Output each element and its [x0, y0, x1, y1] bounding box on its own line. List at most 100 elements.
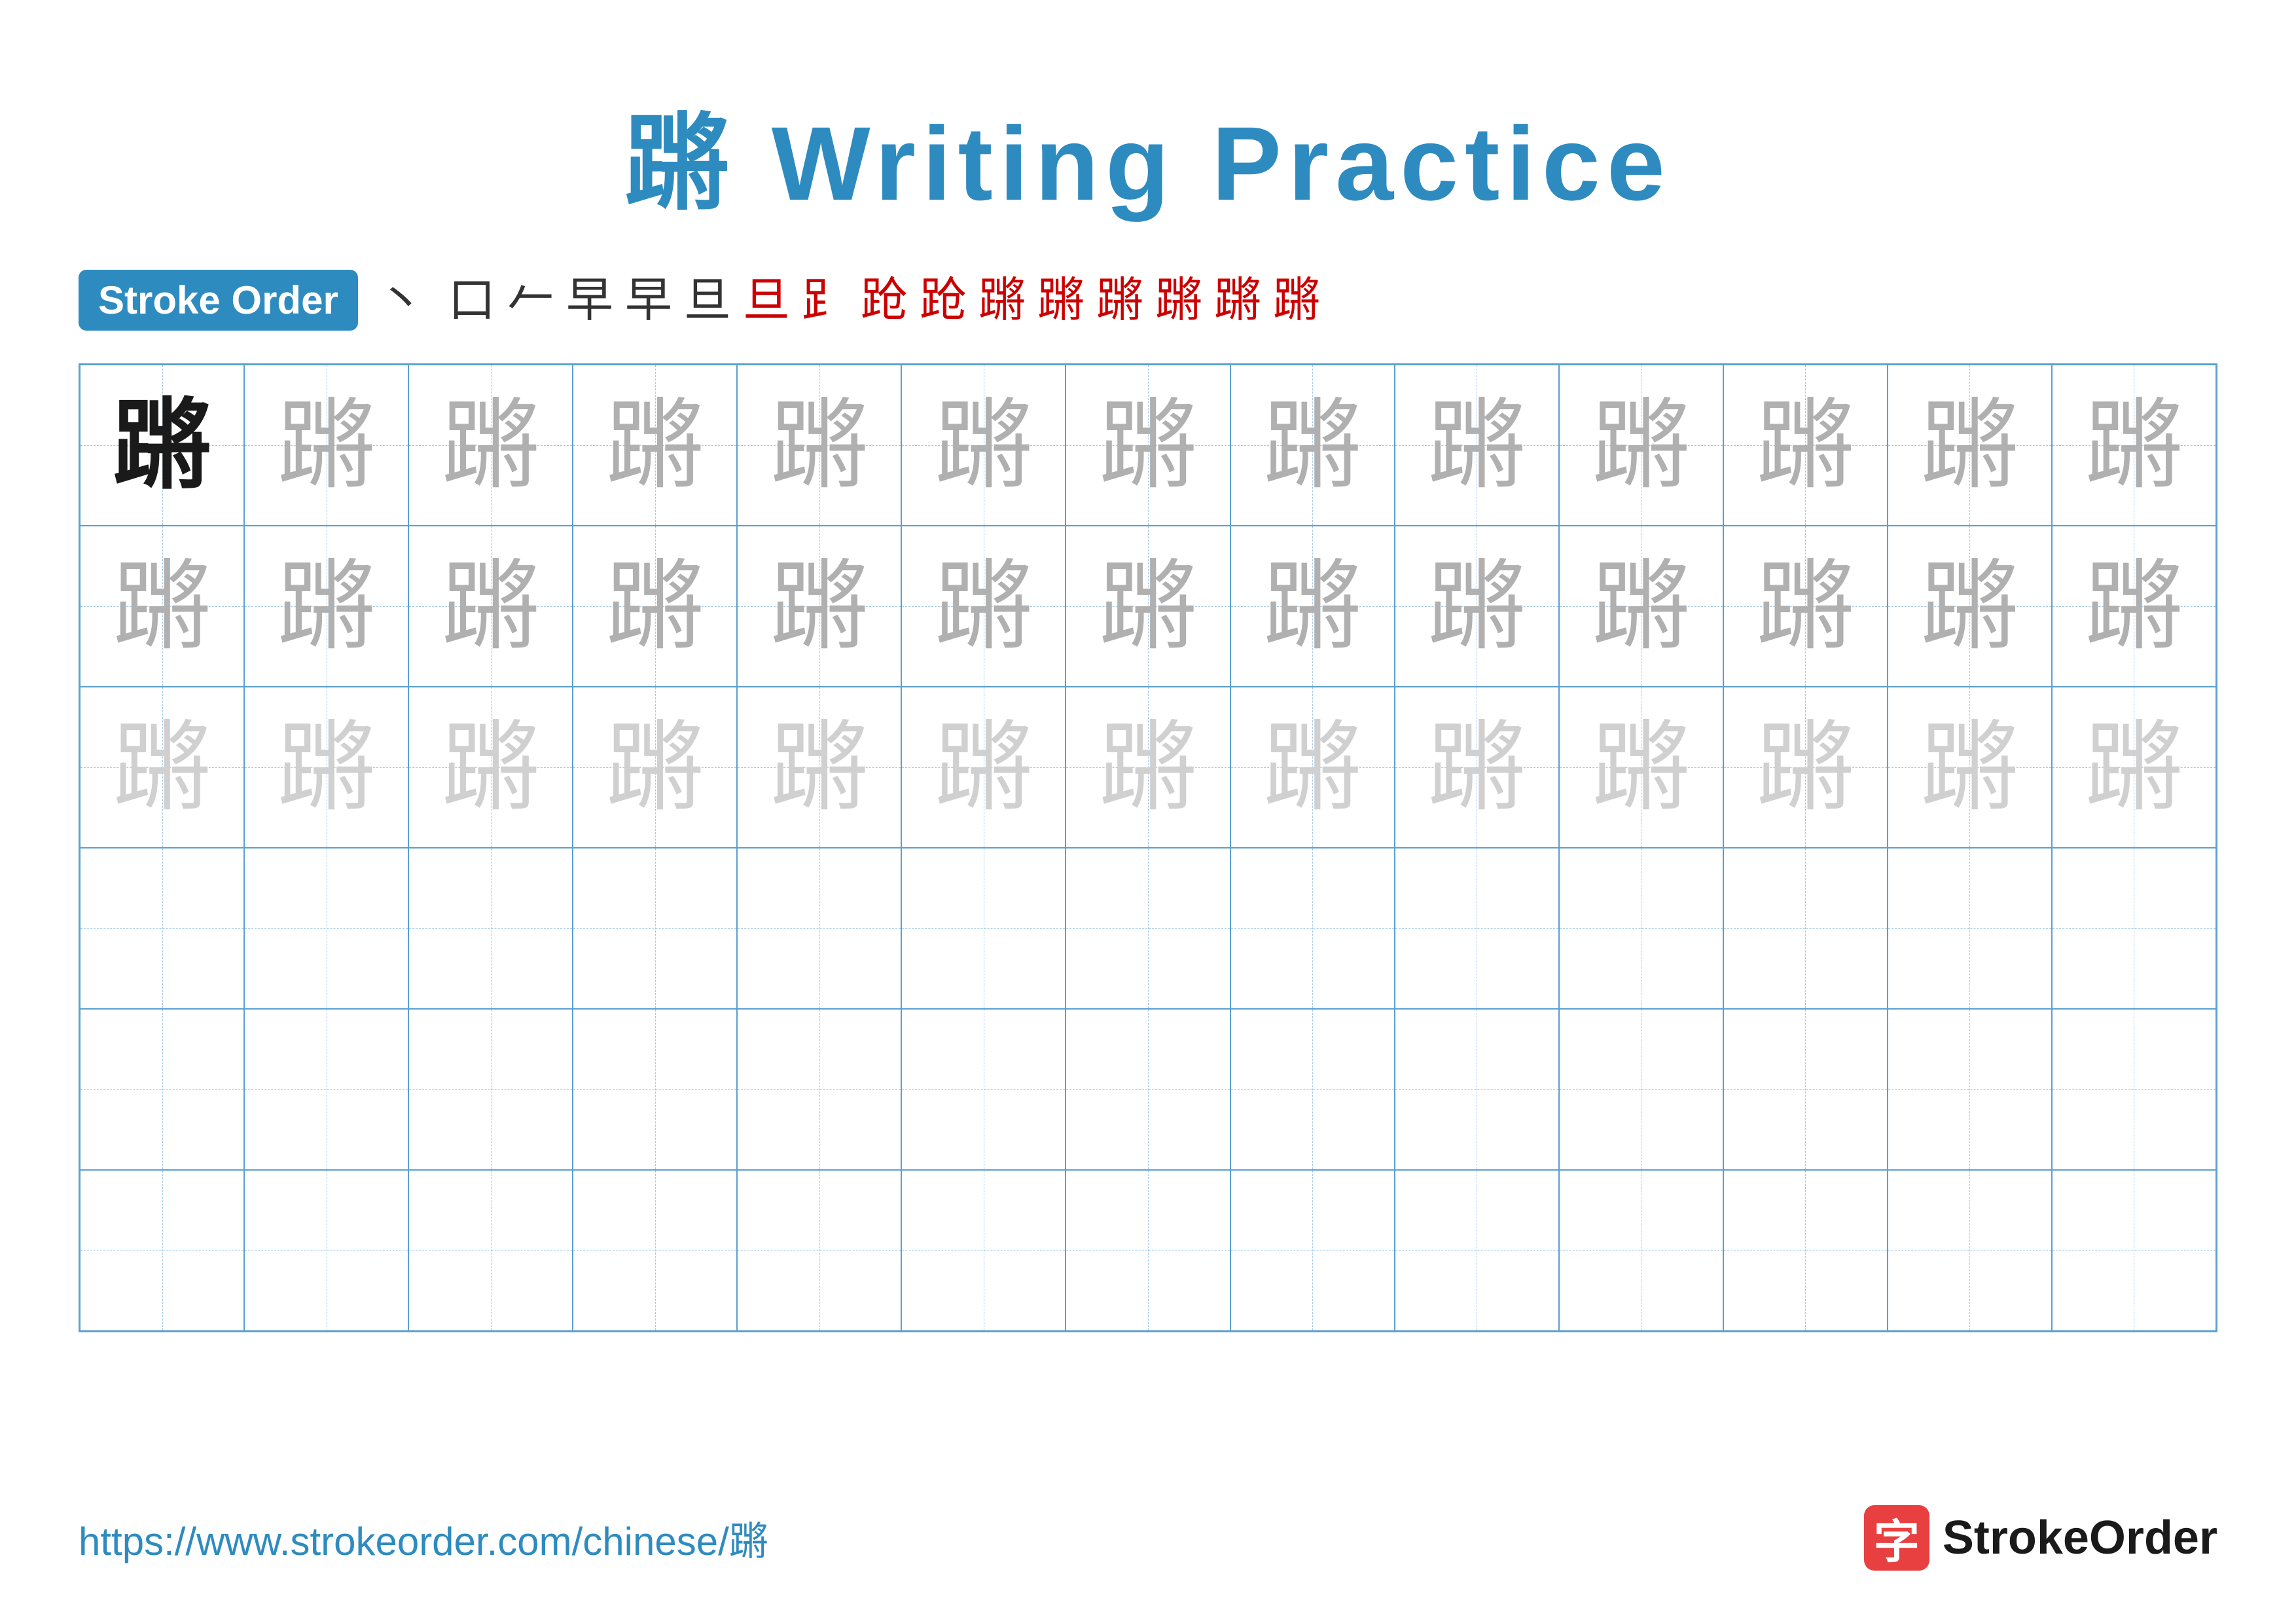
grid-cell-r3c1[interactable]: 蹡: [80, 687, 244, 848]
grid-cell-r2c10[interactable]: 蹡: [1559, 526, 1723, 687]
grid-cell-r4c10[interactable]: [1559, 848, 1723, 1009]
grid-cell-r5c9[interactable]: [1395, 1009, 1559, 1170]
char-display: 蹡: [935, 557, 1033, 655]
grid-cell-r3c12[interactable]: 蹡: [1888, 687, 2052, 848]
grid-cell-r4c9[interactable]: [1395, 848, 1559, 1009]
grid-cell-r5c7[interactable]: [1066, 1009, 1230, 1170]
grid-cell-r2c7[interactable]: 蹡: [1066, 526, 1230, 687]
grid-cell-r1c11[interactable]: 蹡: [1723, 365, 1888, 526]
grid-cell-r1c12[interactable]: 蹡: [1888, 365, 2052, 526]
grid-cell-r2c9[interactable]: 蹡: [1395, 526, 1559, 687]
grid-cell-r3c4[interactable]: 蹡: [573, 687, 737, 848]
grid-cell-r6c13[interactable]: [2052, 1170, 2216, 1331]
grid-cell-r5c10[interactable]: [1559, 1009, 1723, 1170]
grid-cell-r3c6[interactable]: 蹡: [901, 687, 1066, 848]
grid-cell-r6c7[interactable]: [1066, 1170, 1230, 1331]
grid-cell-r3c5[interactable]: 蹡: [737, 687, 901, 848]
grid-cell-r3c13[interactable]: 蹡: [2052, 687, 2216, 848]
grid-cell-r1c8[interactable]: 蹡: [1230, 365, 1395, 526]
char-display: 蹡: [770, 718, 869, 816]
char-display: 蹡: [1263, 396, 1361, 494]
stroke-order-badge: Stroke Order: [79, 270, 358, 331]
grid-cell-r1c2[interactable]: 蹡: [244, 365, 408, 526]
char-display: 蹡: [1263, 718, 1361, 816]
page-title: 蹡 Writing Practice: [79, 79, 2217, 230]
grid-cell-r3c8[interactable]: 蹡: [1230, 687, 1395, 848]
grid-cell-r5c12[interactable]: [1888, 1009, 2052, 1170]
grid-cell-r2c13[interactable]: 蹡: [2052, 526, 2216, 687]
grid-cell-r6c1[interactable]: [80, 1170, 244, 1331]
char-display: 蹡: [935, 718, 1033, 816]
grid-cell-r6c4[interactable]: [573, 1170, 737, 1331]
grid-cell-r5c5[interactable]: [737, 1009, 901, 1170]
grid-cell-r4c8[interactable]: [1230, 848, 1395, 1009]
grid-cell-r1c9[interactable]: 蹡: [1395, 365, 1559, 526]
grid-cell-r3c7[interactable]: 蹡: [1066, 687, 1230, 848]
grid-cell-r2c4[interactable]: 蹡: [573, 526, 737, 687]
grid-cell-r3c2[interactable]: 蹡: [244, 687, 408, 848]
grid-cell-r4c2[interactable]: [244, 848, 408, 1009]
grid-cell-r5c2[interactable]: [244, 1009, 408, 1170]
char-display: 蹡: [1756, 557, 1854, 655]
grid-cell-r1c7[interactable]: 蹡: [1066, 365, 1230, 526]
grid-cell-r4c4[interactable]: [573, 848, 737, 1009]
grid-cell-r4c7[interactable]: [1066, 848, 1230, 1009]
grid-cell-r1c10[interactable]: 蹡: [1559, 365, 1723, 526]
grid-cell-r4c5[interactable]: [737, 848, 901, 1009]
grid-cell-r4c3[interactable]: [408, 848, 573, 1009]
logo-icon: 字: [1864, 1505, 1929, 1571]
grid-cell-r6c12[interactable]: [1888, 1170, 2052, 1331]
grid-cell-r4c12[interactable]: [1888, 848, 2052, 1009]
grid-cell-r3c9[interactable]: 蹡: [1395, 687, 1559, 848]
logo-char: 字: [1874, 1505, 1920, 1571]
char-display: 蹡: [1427, 396, 1526, 494]
grid-cell-r6c8[interactable]: [1230, 1170, 1395, 1331]
grid-cell-r2c11[interactable]: 蹡: [1723, 526, 1888, 687]
grid-cell-r2c1[interactable]: 蹡: [80, 526, 244, 687]
grid-cell-r1c13[interactable]: 蹡: [2052, 365, 2216, 526]
grid-cell-r3c3[interactable]: 蹡: [408, 687, 573, 848]
char-display: 蹡: [770, 557, 869, 655]
grid-cell-r6c9[interactable]: [1395, 1170, 1559, 1331]
grid-cell-r2c3[interactable]: 蹡: [408, 526, 573, 687]
grid-cell-r1c6[interactable]: 蹡: [901, 365, 1066, 526]
grid-cell-r6c5[interactable]: [737, 1170, 901, 1331]
grid-cell-r6c3[interactable]: [408, 1170, 573, 1331]
grid-cell-r2c8[interactable]: 蹡: [1230, 526, 1395, 687]
stroke-7: 旦: [684, 277, 731, 324]
stroke-13: 蹡: [1037, 277, 1085, 324]
grid-cell-r3c11[interactable]: 蹡: [1723, 687, 1888, 848]
grid-cell-r2c5[interactable]: 蹡: [737, 526, 901, 687]
grid-cell-r5c3[interactable]: [408, 1009, 573, 1170]
grid-cell-r1c1[interactable]: 蹡: [80, 365, 244, 526]
grid-cell-r6c2[interactable]: [244, 1170, 408, 1331]
char-display: 蹡: [1427, 718, 1526, 816]
footer-url[interactable]: https://www.strokeorder.com/chinese/蹡: [79, 1510, 768, 1567]
grid-cell-r5c11[interactable]: [1723, 1009, 1888, 1170]
grid-cell-r4c6[interactable]: [901, 848, 1066, 1009]
grid-cell-r5c6[interactable]: [901, 1009, 1066, 1170]
grid-cell-r2c12[interactable]: 蹡: [1888, 526, 2052, 687]
grid-cell-r5c4[interactable]: [573, 1009, 737, 1170]
grid-cell-r5c8[interactable]: [1230, 1009, 1395, 1170]
grid-cell-r1c4[interactable]: 蹡: [573, 365, 737, 526]
grid-cell-r4c13[interactable]: [2052, 848, 2216, 1009]
stroke-11: 跄: [920, 277, 967, 324]
char-display: 蹡: [606, 718, 704, 816]
grid-cell-r1c3[interactable]: 蹡: [408, 365, 573, 526]
grid-cell-r6c10[interactable]: [1559, 1170, 1723, 1331]
grid-cell-r6c6[interactable]: [901, 1170, 1066, 1331]
grid-cell-r1c5[interactable]: 蹡: [737, 365, 901, 526]
char-display: 蹡: [2085, 718, 2183, 816]
grid-cell-r2c2[interactable]: 蹡: [244, 526, 408, 687]
char-display: 蹡: [442, 396, 540, 494]
grid-cell-r6c11[interactable]: [1723, 1170, 1888, 1331]
grid-cell-r3c10[interactable]: 蹡: [1559, 687, 1723, 848]
grid-cell-r5c13[interactable]: [2052, 1009, 2216, 1170]
grid-cell-r5c1[interactable]: [80, 1009, 244, 1170]
char-display: 蹡: [1920, 557, 2018, 655]
grid-cell-r4c1[interactable]: [80, 848, 244, 1009]
grid-cell-r2c6[interactable]: 蹡: [901, 526, 1066, 687]
stroke-9: 𧾷: [802, 277, 849, 324]
grid-cell-r4c11[interactable]: [1723, 848, 1888, 1009]
